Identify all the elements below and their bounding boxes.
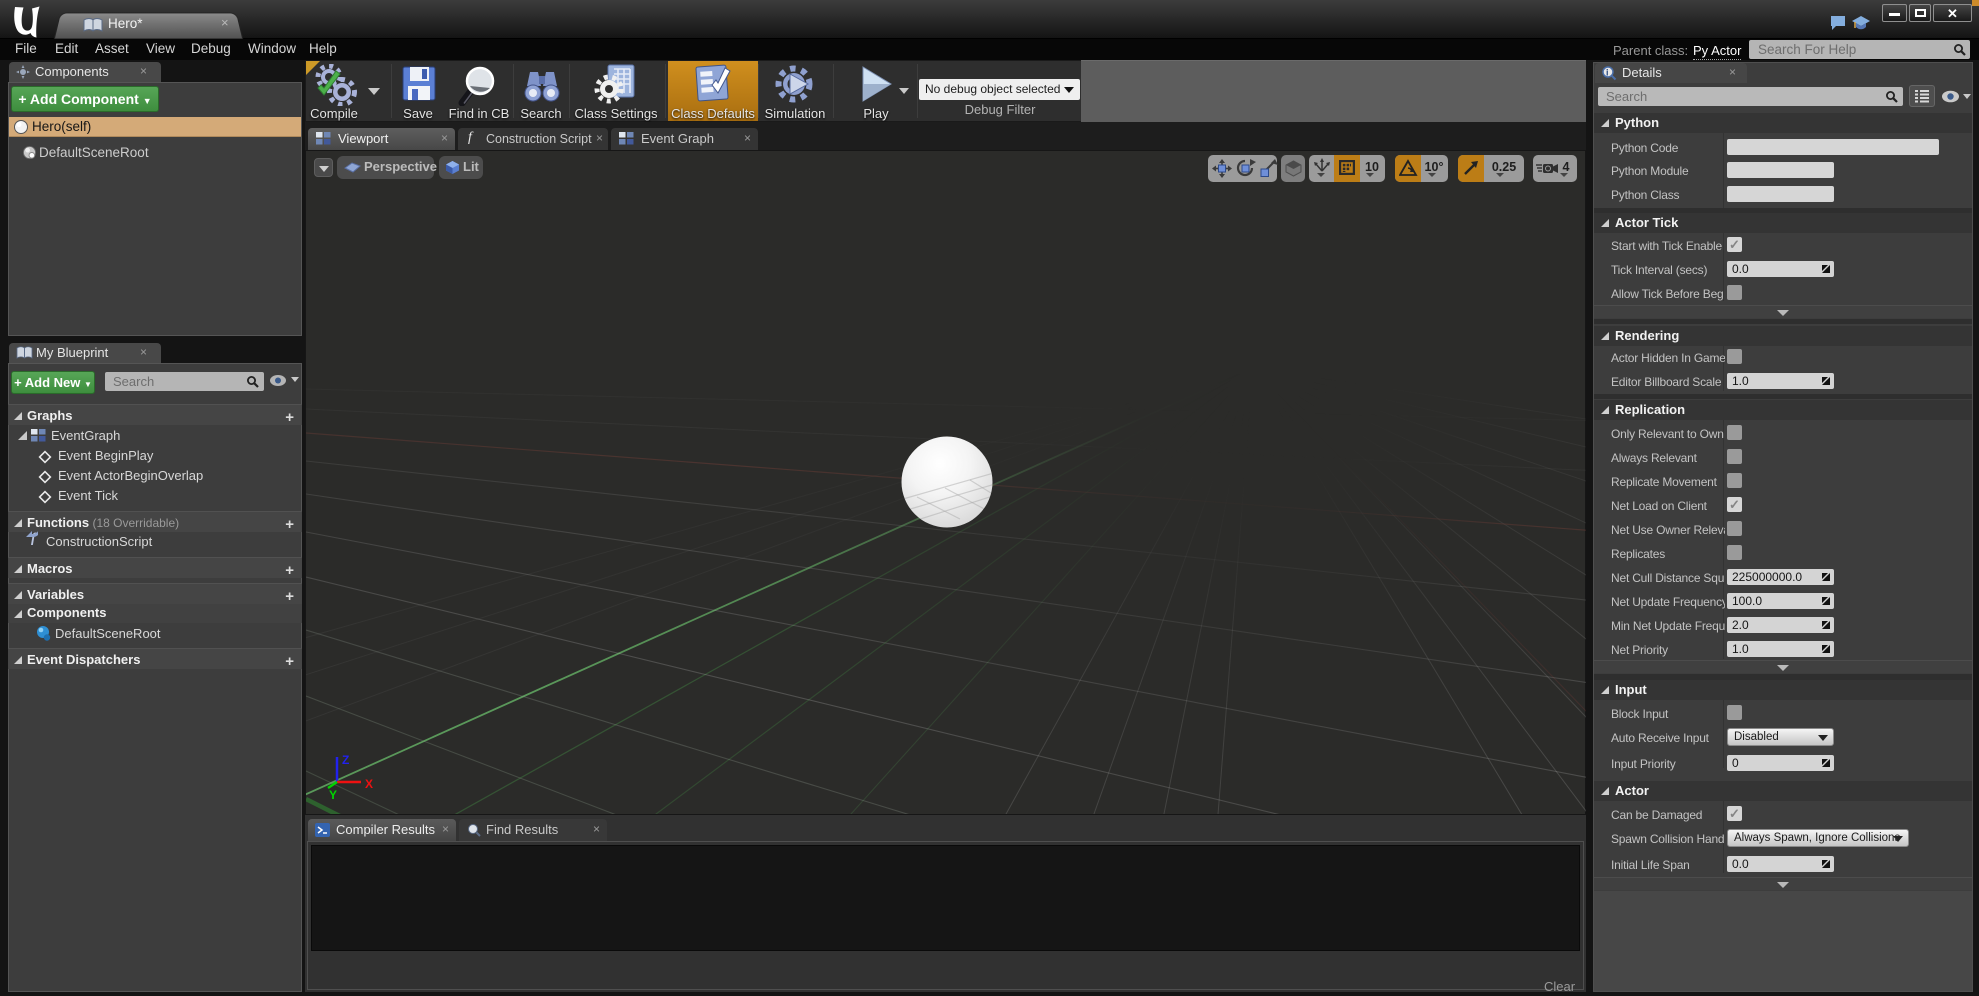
svg-text:Y: Y xyxy=(329,788,337,802)
svg-text:i: i xyxy=(1606,68,1609,78)
svg-text:Z: Z xyxy=(342,753,349,767)
svg-text:X: X xyxy=(365,777,373,791)
